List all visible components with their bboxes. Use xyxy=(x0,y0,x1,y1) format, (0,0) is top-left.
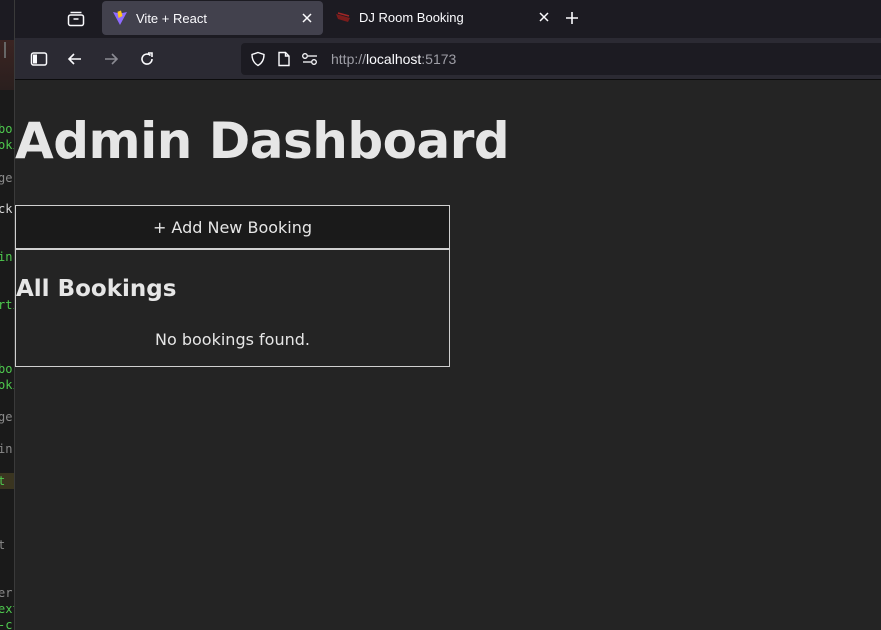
reload-icon[interactable] xyxy=(136,48,158,70)
code-line: bo xyxy=(0,122,13,136)
permissions-icon[interactable] xyxy=(299,48,321,70)
code-line: rti xyxy=(0,298,14,312)
close-tab-icon[interactable] xyxy=(295,6,319,30)
new-tab-icon[interactable] xyxy=(560,6,584,30)
shield-icon[interactable] xyxy=(247,48,269,70)
code-line: oki xyxy=(0,138,14,152)
code-line: ge xyxy=(0,171,13,185)
editor-separator xyxy=(4,42,6,58)
bookings-panel: All Bookings No bookings found. xyxy=(15,249,450,367)
background-editor-window: bo oki ge ck in rti bo oki ge in t t er … xyxy=(0,0,15,630)
back-icon[interactable] xyxy=(64,48,86,70)
forward-icon[interactable] xyxy=(100,48,122,70)
editor-toolbar-strip xyxy=(0,40,14,90)
tab-title: DJ Room Booking xyxy=(359,9,464,25)
bookings-heading: All Bookings xyxy=(16,276,177,302)
tab-manager-icon[interactable] xyxy=(65,8,87,30)
empty-state-message: No bookings found. xyxy=(155,330,310,349)
tab-title: Vite + React xyxy=(136,10,207,26)
code-line: ge xyxy=(0,410,13,424)
code-line: t xyxy=(0,474,5,488)
add-booking-button[interactable]: + Add New Booking xyxy=(15,205,450,249)
page-info-icon[interactable] xyxy=(273,48,295,70)
tab-vite-react[interactable]: Vite + React xyxy=(102,1,323,35)
close-tab-icon[interactable] xyxy=(532,5,556,29)
code-line: in xyxy=(0,442,13,456)
code-line: ext xyxy=(0,602,14,616)
code-line: er xyxy=(0,586,13,600)
address-bar[interactable]: http://localhost:5173 xyxy=(241,43,881,75)
vite-icon xyxy=(112,10,128,26)
code-line: bo xyxy=(0,362,13,376)
editor-titlebar xyxy=(0,0,14,40)
tab-dj-room-booking[interactable]: DJ Room Booking xyxy=(325,0,560,34)
sidebar-toggle-icon[interactable] xyxy=(28,48,50,70)
code-line: oki xyxy=(0,378,14,392)
code-line: -c xyxy=(0,618,13,630)
page-title: Admin Dashboard xyxy=(15,112,510,170)
page-content: Admin Dashboard + Add New Booking All Bo… xyxy=(15,80,881,630)
code-line: ck xyxy=(0,202,13,216)
code-line: in xyxy=(0,250,13,264)
url-text[interactable]: http://localhost:5173 xyxy=(331,51,456,67)
code-line: t xyxy=(0,538,5,552)
dj-icon xyxy=(335,9,351,25)
browser-toolbar: http://localhost:5173 xyxy=(15,38,881,80)
browser-tab-bar: Vite + React DJ Room Booking xyxy=(15,0,881,38)
